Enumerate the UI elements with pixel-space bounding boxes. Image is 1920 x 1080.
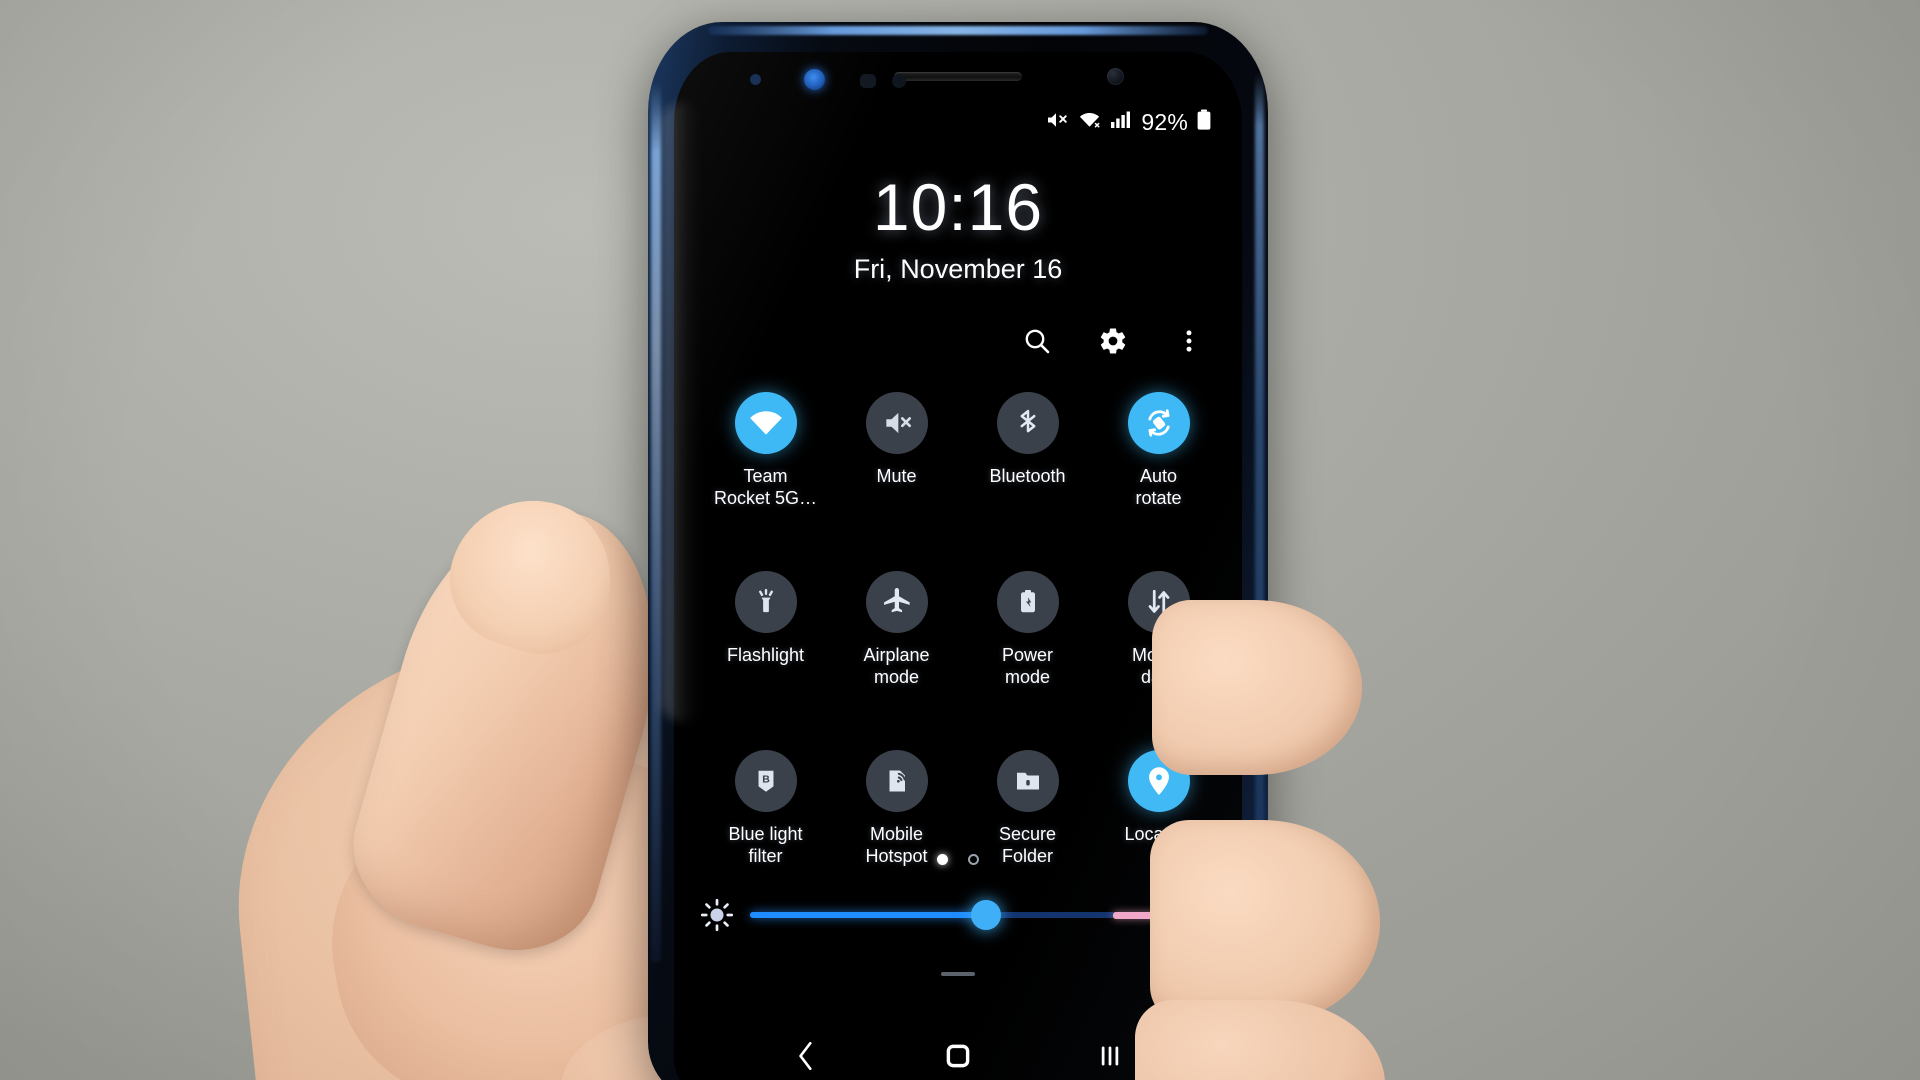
battery-icon	[1196, 108, 1212, 137]
battery-percentage: 92%	[1141, 109, 1188, 135]
clock-date: Fri, November 16	[853, 254, 1063, 284]
quick-tile-label: Bluetooth	[989, 466, 1066, 486]
blue-light-filter-icon: B	[734, 750, 797, 813]
quick-tile-wifi[interactable]: Team Rocket 5G…	[700, 392, 831, 509]
phone-right-edge-highlight	[1255, 72, 1264, 972]
quick-tile-airplane-mode[interactable]: Airplane mode	[831, 571, 962, 688]
power-mode-icon	[996, 571, 1059, 634]
quick-tile-label: Airplane mode	[863, 645, 930, 687]
mute-icon	[1045, 108, 1069, 137]
wifi-icon	[734, 392, 797, 454]
phone-top-edge-highlight	[708, 26, 1208, 35]
navigation-bar	[674, 1018, 1242, 1080]
quick-tile-secure-folder[interactable]: Secure Folder	[962, 750, 1093, 867]
quick-tile-label: Mute	[876, 466, 917, 486]
brightness-sun-icon	[700, 898, 734, 932]
auto-rotate-icon	[1127, 392, 1190, 454]
brightness-row	[700, 898, 1222, 932]
iris-scanner	[860, 74, 876, 88]
phone-screen: 92% 10:16 Fri, November 16 Team Rocket 5…	[674, 52, 1242, 1080]
smartphone-device: 92% 10:16 Fri, November 16 Team Rocket 5…	[648, 22, 1268, 1080]
slider-fill	[750, 912, 987, 918]
quick-tile-label: Location	[1124, 824, 1193, 845]
svg-text:B: B	[762, 774, 770, 786]
quick-tile-bluetooth[interactable]: Bluetooth	[962, 392, 1093, 509]
quick-tile-mobile-hotspot[interactable]: Mobile Hotspot	[831, 750, 962, 867]
quick-tile-flashlight[interactable]: Flashlight	[700, 571, 831, 688]
slider-thumb[interactable]	[971, 900, 1002, 930]
quick-tile-label: Power mode	[1001, 645, 1054, 687]
mute-icon	[865, 392, 928, 454]
phone-left-edge-highlight	[651, 82, 661, 962]
earpiece-speaker	[894, 72, 1022, 81]
cellular-signal-icon	[1110, 108, 1131, 137]
more-options-icon[interactable]	[1172, 324, 1206, 358]
chevron-down-icon[interactable]	[1188, 898, 1222, 932]
lockscreen-clock: 10:16 Fri, November 16	[674, 174, 1242, 285]
wifi-icon	[1077, 108, 1102, 137]
clock-time: 10:16	[872, 170, 1044, 244]
quick-tile-label: Mobile data	[1131, 645, 1186, 687]
proximity-sensor	[892, 74, 906, 88]
brightness-slider[interactable]	[750, 900, 1172, 930]
home-icon[interactable]	[935, 1033, 981, 1079]
quick-settings-toolbar	[1020, 324, 1206, 358]
sensor-indicator	[750, 74, 761, 85]
airplane-icon	[865, 571, 928, 634]
front-camera	[1107, 68, 1124, 85]
quick-tile-location[interactable]: Location	[1093, 750, 1224, 867]
quick-tile-label: Flashlight	[726, 645, 805, 666]
slider-marker	[1112, 911, 1164, 919]
flashlight-icon	[734, 571, 797, 634]
quick-tile-label: Auto rotate	[1135, 466, 1182, 508]
back-icon[interactable]	[783, 1033, 829, 1079]
quick-tile-blue-light-filter[interactable]: B Blue light filter	[700, 750, 831, 867]
notification-led	[804, 69, 825, 90]
mobile-data-icon	[1127, 571, 1190, 634]
recents-icon[interactable]	[1087, 1033, 1133, 1079]
phone-glass-sheen	[662, 102, 702, 722]
quick-tile-label: Team Rocket 5G…	[713, 466, 818, 508]
bluetooth-icon	[996, 392, 1059, 454]
hotspot-icon	[865, 750, 928, 813]
page-dot-2[interactable]	[968, 854, 979, 865]
panel-pull-handle[interactable]	[941, 972, 975, 976]
secure-folder-icon	[996, 750, 1059, 813]
search-icon[interactable]	[1020, 324, 1054, 358]
gear-icon[interactable]	[1096, 324, 1130, 358]
quick-tile-mobile-data[interactable]: Mobile data	[1093, 571, 1224, 688]
quick-tile-auto-rotate[interactable]: Auto rotate	[1093, 392, 1224, 509]
page-indicator	[674, 854, 1242, 865]
quick-tile-power-mode[interactable]: Power mode	[962, 571, 1093, 688]
page-dot-1[interactable]	[937, 854, 948, 865]
quick-settings-grid: Team Rocket 5G… Mute Bluetooth Auto rota…	[700, 392, 1224, 868]
location-pin-icon	[1127, 750, 1190, 813]
status-bar: 92%	[1045, 108, 1212, 137]
quick-tile-mute[interactable]: Mute	[831, 392, 962, 509]
